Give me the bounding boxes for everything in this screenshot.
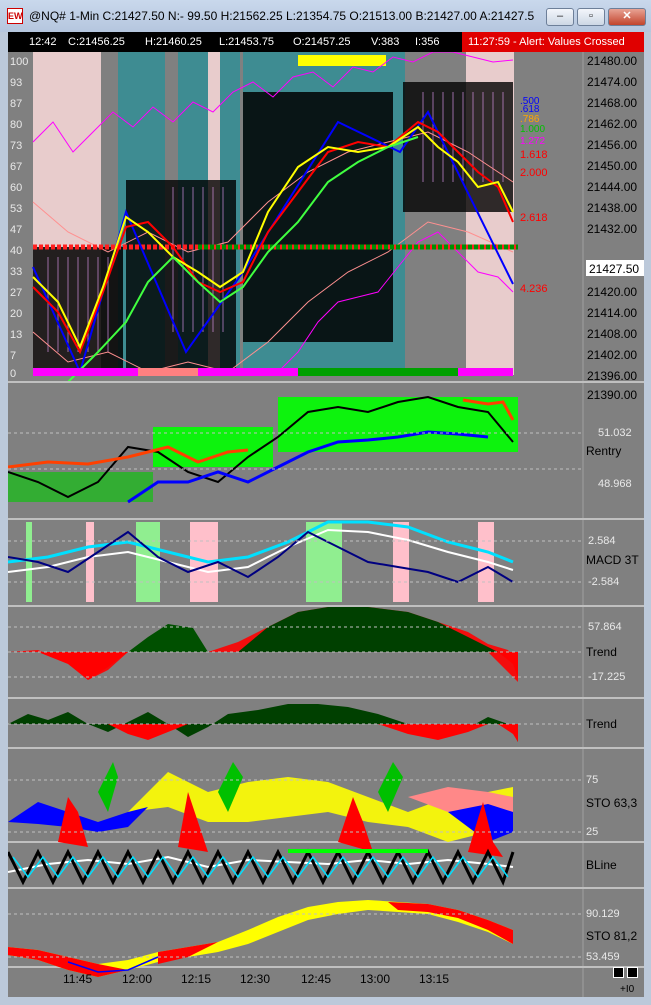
left-axis-label: 47 <box>10 224 22 236</box>
quote-bar: 12:42 C:21456.25 H:21460.25 L:21453.75 O… <box>8 32 644 52</box>
quote-high: H:21460.25 <box>145 36 202 48</box>
time-label: 12:45 <box>301 972 331 986</box>
left-axis-label: 73 <box>10 140 22 152</box>
time-axis: 11:45 12:00 12:15 12:30 12:45 13:00 13:1… <box>63 972 449 986</box>
left-axis-label: 13 <box>10 329 22 341</box>
time-label: 12:30 <box>240 972 270 986</box>
time-label: 12:00 <box>122 972 152 986</box>
app-logo-icon: EW <box>7 8 23 24</box>
fib-label: 1.618 <box>520 149 548 161</box>
scroll-right-icon[interactable] <box>627 967 638 978</box>
time-label: 13:00 <box>360 972 390 986</box>
price-axis-label: 21456.00 <box>587 138 637 152</box>
macd-panel: 2.584 MACD 3T -2.584 <box>8 520 639 602</box>
zoom-label[interactable]: +I0 <box>620 984 634 995</box>
left-axis-label: 40 <box>10 245 22 257</box>
window-title: @NQ# 1-Min C:21427.50 N:- 99.50 H:21562.… <box>29 9 534 23</box>
time-label: 11:45 <box>63 972 92 986</box>
quote-ticks: I:356 <box>415 36 440 48</box>
sto81-upper-label: 90.129 <box>586 908 620 920</box>
left-axis-label: 33 <box>10 266 22 278</box>
sto63-panel-title: STO 63,3 <box>586 796 637 810</box>
price-axis-label: 21420.00 <box>587 285 637 299</box>
price-axis-label: 21468.00 <box>587 96 637 110</box>
rentry-panel: 51.032 Rentry 48.968 <box>8 395 632 504</box>
price-axis-label: 21444.00 <box>587 180 637 194</box>
price-axis-label: 21462.00 <box>587 117 637 131</box>
sto81-panel-title: STO 81,2 <box>586 929 637 943</box>
price-axis-label: 21438.00 <box>587 201 637 215</box>
quote-open: O:21457.25 <box>293 36 351 48</box>
chart-window: EW @NQ# 1-Min C:21427.50 N:- 99.50 H:215… <box>0 0 651 1005</box>
price-right-axis: 21480.00 21474.00 21468.00 21462.00 2145… <box>582 52 644 997</box>
price-axis-label: 21408.00 <box>587 327 637 341</box>
quote-low: L:21453.75 <box>219 36 275 48</box>
alert-banner[interactable]: 11:27:59 - Alert: Values Crossed <box>462 32 644 52</box>
quote-close: C:21456.25 <box>68 36 125 48</box>
rentry-upper-label: 51.032 <box>598 427 632 439</box>
sto81-lower-label: 53.459 <box>586 951 620 963</box>
sto63-upper-label: 75 <box>586 774 598 786</box>
left-axis-label: 0 <box>10 368 16 380</box>
fib-label: 2.000 <box>520 167 548 179</box>
maximize-button[interactable]: ▫ <box>577 8 605 26</box>
time-label: 13:15 <box>419 972 449 986</box>
alert-text: 11:27:59 - Alert: Values Crossed <box>468 36 625 48</box>
price-axis-label: 21432.00 <box>587 222 637 236</box>
fib-label: 1.000 <box>520 124 545 135</box>
current-price-label: 21427.50 <box>589 262 639 276</box>
close-button[interactable]: ✕ <box>608 8 646 26</box>
left-axis-label: 87 <box>10 98 22 110</box>
bline-panel: BLine <box>8 848 617 886</box>
quote-volume: V:383 <box>371 36 400 48</box>
title-bar[interactable]: EW @NQ# 1-Min C:21427.50 N:- 99.50 H:215… <box>0 0 651 32</box>
fib-label: 4.236 <box>520 283 548 295</box>
trend-lower-label: -17.225 <box>588 671 625 683</box>
left-axis-label: 20 <box>10 308 22 320</box>
left-axis-label: 60 <box>10 182 22 194</box>
minimize-button[interactable]: – <box>546 8 574 26</box>
trend2-panel-title: Trend <box>586 717 617 731</box>
trend-panel-1: 57.864 Trend -17.225 <box>8 607 625 683</box>
left-axis-label: 67 <box>10 161 22 173</box>
sto81-panel: 90.129 STO 81,2 53.459 <box>8 900 637 977</box>
quote-time: 12:42 <box>29 36 57 48</box>
rentry-lower-label: 48.968 <box>598 478 632 490</box>
macd-lower-label: -2.584 <box>588 576 619 588</box>
time-label: 12:15 <box>181 972 211 986</box>
price-axis-label: 21450.00 <box>587 159 637 173</box>
trend-upper-label: 57.864 <box>588 621 622 633</box>
price-axis-label: 21402.00 <box>587 348 637 362</box>
left-axis-label: 100 <box>10 56 28 68</box>
left-axis-label: 7 <box>10 350 16 362</box>
price-axis-label: 21396.00 <box>587 369 637 383</box>
rentry-panel-title: Rentry <box>586 444 621 458</box>
price-axis-label: 21480.00 <box>587 54 637 68</box>
macd-panel-title: MACD 3T <box>586 553 639 567</box>
fib-label: 1.272 <box>520 136 545 147</box>
sto63-lower-label: 25 <box>586 826 598 838</box>
chart-area[interactable]: 12:42 C:21456.25 H:21460.25 L:21453.75 O… <box>8 32 644 997</box>
price-panel: 100 93 87 80 73 67 60 53 47 40 33 27 20 … <box>8 52 583 383</box>
left-axis-label: 53 <box>10 203 22 215</box>
chart-plot[interactable]: 100 93 87 80 73 67 60 53 47 40 33 27 20 … <box>8 52 644 997</box>
price-axis-label: 21414.00 <box>587 306 637 320</box>
trend-panel-2: Trend <box>8 704 617 742</box>
trend-panel-title: Trend <box>586 645 617 659</box>
left-axis-label: 93 <box>10 77 22 89</box>
macd-upper-label: 2.584 <box>588 535 616 547</box>
scroll-left-icon[interactable] <box>613 967 624 978</box>
price-axis-label: 21390.00 <box>587 388 637 402</box>
left-axis-label: 27 <box>10 287 22 299</box>
left-axis-label: 80 <box>10 119 22 131</box>
price-axis-label: 21474.00 <box>587 75 637 89</box>
fib-label: 2.618 <box>520 212 548 224</box>
bline-panel-title: BLine <box>586 858 617 872</box>
